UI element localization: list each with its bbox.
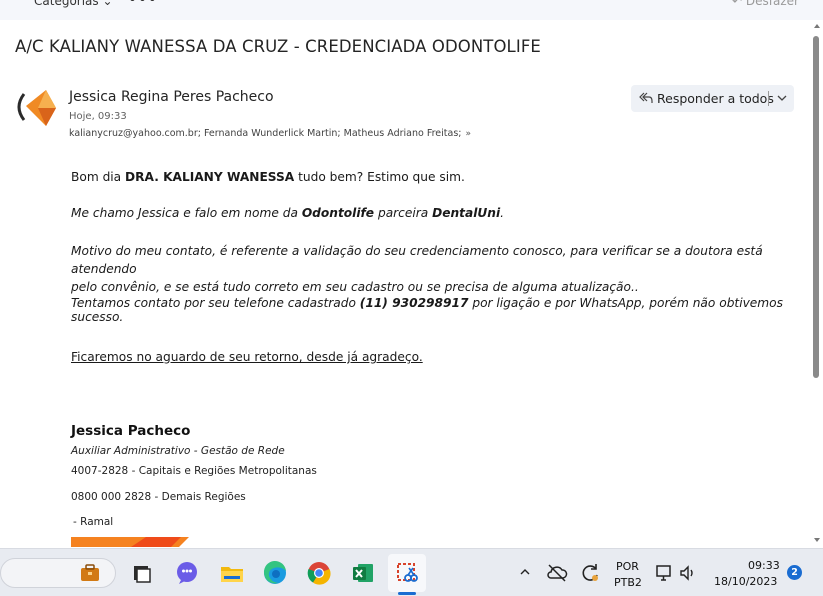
scroll-down-arrow[interactable] — [811, 534, 823, 546]
recipients-text: kalianycruz@yahoo.com.br; Fernanda Wunde… — [69, 128, 462, 139]
task-view-icon[interactable] — [128, 559, 156, 587]
command-bar: Categorias ⌄ ••• ↶ Desfazer — [0, 0, 823, 20]
volume-icon[interactable] — [678, 563, 698, 583]
notification-badge[interactable]: 2 — [787, 565, 802, 580]
reply-all-label: Responder a todos — [657, 91, 774, 106]
email-subject: A/C KALIANY WANESSA DA CRUZ - CREDENCIAD… — [15, 37, 541, 56]
expand-recipients-icon[interactable]: » — [465, 129, 471, 139]
taskbar-clock[interactable]: 09:33 — [748, 559, 780, 572]
body-reason: Motivo do meu contato, é referente a val… — [71, 244, 763, 294]
body-greeting: Bom dia DRA. KALIANY WANESSA tudo bem? E… — [71, 170, 465, 184]
sender-name[interactable]: Jessica Regina Peres Pacheco — [69, 89, 274, 105]
signature-name: Jessica Pacheco — [71, 423, 191, 439]
update-sync-icon[interactable] — [578, 561, 602, 585]
signature-phone-1: 4007-2828 - Capitais e Regiões Metropoli… — [71, 465, 317, 477]
recipients-line: kalianycruz@yahoo.com.br; Fernanda Wunde… — [69, 128, 471, 139]
categories-button[interactable]: Categorias ⌄ — [34, 0, 113, 8]
active-app-indicator — [398, 592, 416, 595]
input-language[interactable]: POR — [616, 560, 639, 573]
windows-taskbar: POR PTB2 09:33 18/10/2023 2 — [0, 548, 823, 596]
file-explorer-icon[interactable] — [218, 559, 246, 587]
signature-extension: - Ramal — [73, 516, 114, 528]
chevron-down-icon[interactable] — [775, 91, 789, 105]
body-closing: Ficaremos no aguardo de seu retorno, des… — [71, 350, 423, 364]
show-hidden-icons-chevron-icon[interactable] — [518, 565, 532, 579]
keyboard-layout[interactable]: PTB2 — [614, 576, 642, 589]
briefcase-icon[interactable] — [76, 559, 104, 587]
network-display-icon[interactable] — [654, 563, 674, 583]
edge-browser-icon[interactable] — [261, 559, 289, 587]
signature-phone-2: 0800 000 2828 - Demais Regiões — [71, 491, 246, 503]
body-intro: Me chamo Jessica e falo em nome da Odont… — [71, 206, 505, 220]
sender-avatar[interactable] — [16, 86, 58, 128]
button-divider — [768, 91, 769, 106]
reply-all-icon — [639, 92, 653, 103]
excel-icon[interactable] — [349, 559, 377, 587]
scrollbar-thumb[interactable] — [813, 36, 819, 378]
signature-banner-image — [71, 537, 191, 547]
more-options-button[interactable]: ••• — [128, 0, 158, 8]
body-contact-attempt: Tentamos contato por seu telefone cadast… — [71, 296, 783, 324]
chrome-browser-icon[interactable] — [305, 559, 333, 587]
snipping-tool-icon[interactable] — [393, 559, 421, 587]
chat-icon[interactable] — [173, 559, 201, 587]
taskbar-date[interactable]: 18/10/2023 — [714, 575, 777, 588]
cloud-sync-off-icon[interactable] — [545, 561, 569, 585]
reply-all-button[interactable]: Responder a todos — [631, 85, 794, 112]
undo-button[interactable]: ↶ Desfazer — [732, 0, 799, 8]
scroll-up-arrow[interactable] — [811, 20, 823, 32]
email-date: Hoje, 09:33 — [69, 111, 127, 122]
signature-role: Auxiliar Administrativo - Gestão de Rede — [71, 445, 285, 457]
